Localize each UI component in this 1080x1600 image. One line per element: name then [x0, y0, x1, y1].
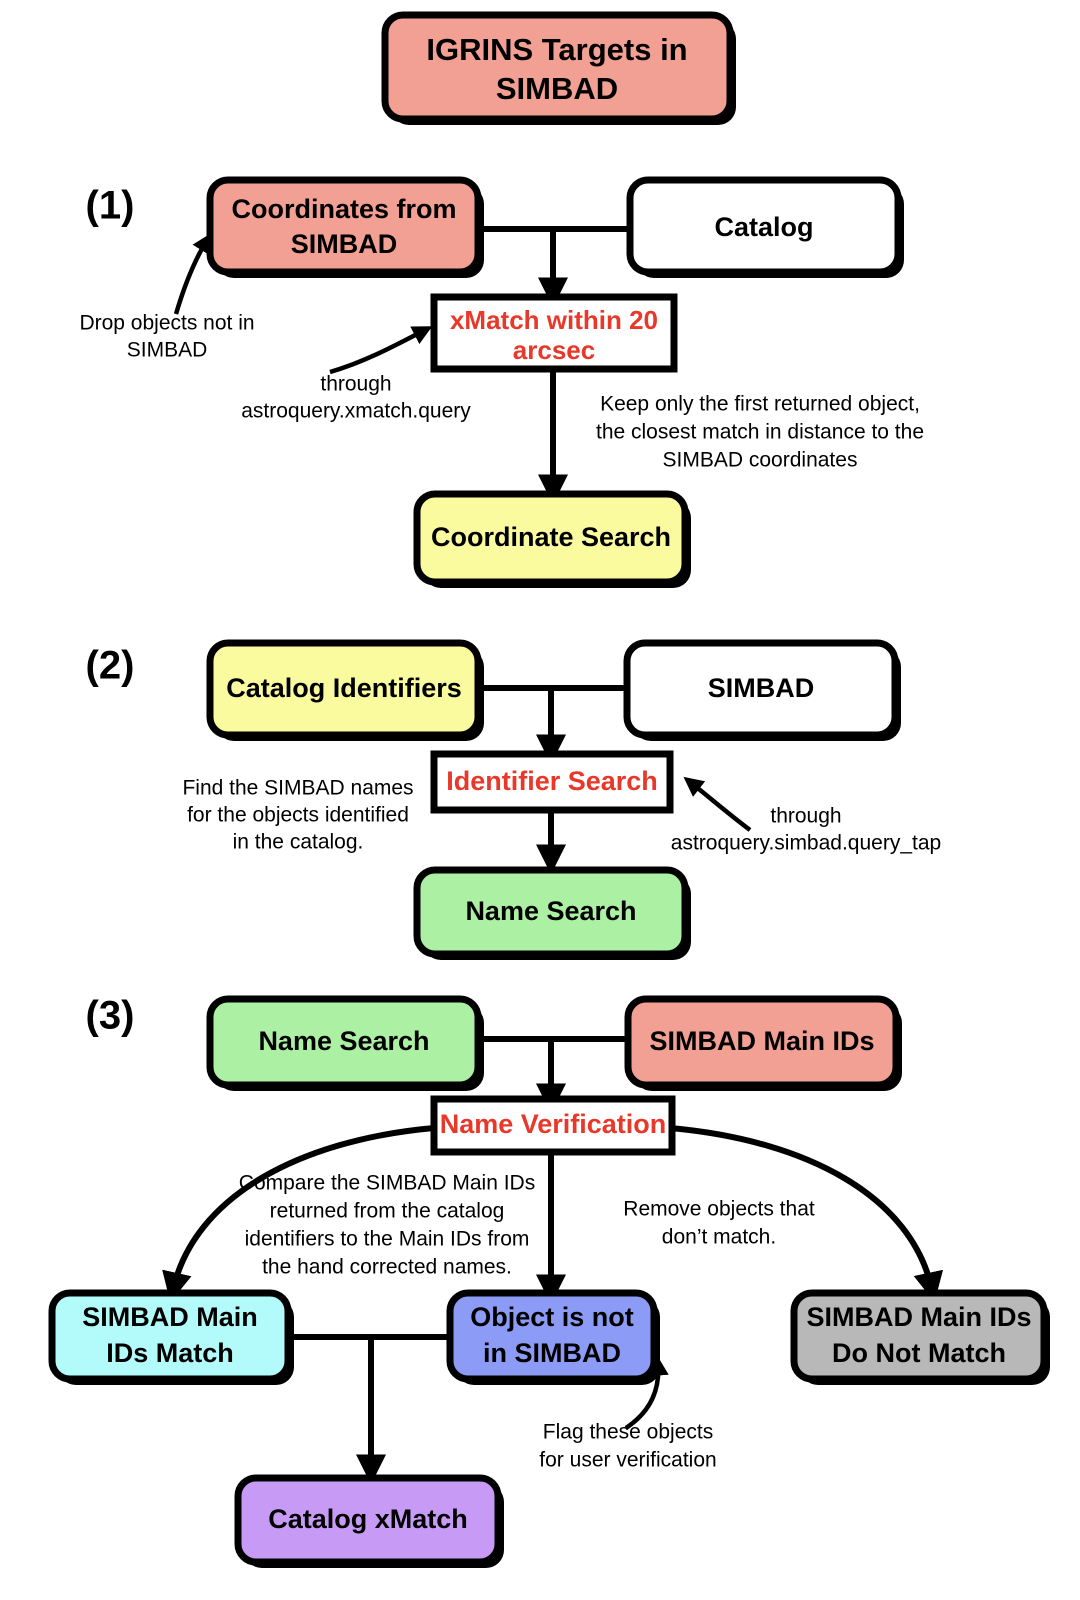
- object-not-in-simbad-box: Object is not in SIMBAD: [446, 1289, 660, 1385]
- coordinate-search-label: Coordinate Search: [431, 522, 671, 552]
- annotation-compare-main-ids: Compare the SIMBAD Main IDs returned fro…: [239, 1172, 535, 1279]
- name-search-box-2: Name Search: [413, 866, 691, 960]
- annot-find-line1: Find the SIMBAD names: [182, 777, 413, 800]
- annot-keep-line2: the closest match in distance to the: [596, 421, 924, 444]
- no-match-line2: Do Not Match: [832, 1338, 1006, 1368]
- annotation-drop-objects: Drop objects not in SIMBAD: [79, 312, 254, 362]
- annotation-remove-objects: Remove objects that don’t match.: [623, 1198, 815, 1249]
- step-1-number: (1): [86, 184, 135, 228]
- match-box-line1: SIMBAD Main: [82, 1302, 258, 1332]
- identifier-search-box: Identifier Search: [430, 750, 674, 814]
- step-3-number: (3): [86, 994, 135, 1038]
- simbad-main-ids-match-box: SIMBAD Main IDs Match: [48, 1289, 294, 1385]
- annotation-find-simbad-names: Find the SIMBAD names for the objects id…: [182, 777, 413, 854]
- annot-through-tap-line2: astroquery.simbad.query_tap: [671, 832, 941, 855]
- annot-keep-line1: Keep only the first returned object,: [600, 393, 920, 416]
- annot-flag-line1: Flag these objects: [543, 1421, 713, 1444]
- name-verification-label: Name Verification: [440, 1109, 667, 1139]
- coordinates-from-simbad-box: Coordinates from SIMBAD: [206, 176, 484, 278]
- annot-compare-line2: returned from the catalog: [270, 1200, 505, 1223]
- annot-compare-line3: identifiers to the Main IDs from: [245, 1228, 530, 1251]
- annotation-through-simbad-tap: through astroquery.simbad.query_tap: [671, 805, 941, 855]
- coordinates-box-line2: SIMBAD: [291, 229, 398, 259]
- step-2-number: (2): [86, 644, 135, 688]
- annot-flag-line2: for user verification: [539, 1449, 716, 1472]
- annot-compare-line4: the hand corrected names.: [262, 1256, 512, 1279]
- not-in-simbad-line1: Object is not: [470, 1302, 634, 1332]
- annot-through-xmatch-line1: through: [320, 373, 391, 396]
- catalog-box: Catalog: [626, 176, 904, 278]
- simbad-main-ids-box: SIMBAD Main IDs: [624, 995, 902, 1091]
- name-search-label-3: Name Search: [258, 1026, 429, 1056]
- catalog-box-label: Catalog: [714, 212, 813, 242]
- match-box-line2: IDs Match: [106, 1338, 234, 1368]
- coordinate-search-box: Coordinate Search: [413, 490, 691, 588]
- title-line2: SIMBAD: [496, 71, 618, 106]
- annot-find-line3: in the catalog.: [233, 831, 364, 854]
- xmatch-box: xMatch within 20 arcsec: [430, 293, 678, 373]
- coordinates-box-line1: Coordinates from: [231, 194, 456, 224]
- annot-find-line2: for the objects identified: [187, 804, 409, 827]
- simbad-box-label: SIMBAD: [708, 673, 815, 703]
- title-line1: IGRINS Targets in: [426, 32, 687, 67]
- catalog-xmatch-label: Catalog xMatch: [268, 1504, 468, 1534]
- no-match-line1: SIMBAD Main IDs: [806, 1302, 1031, 1332]
- catalog-identifiers-label: Catalog Identifiers: [226, 673, 462, 703]
- annot-through-xmatch-line2: astroquery.xmatch.query: [241, 400, 471, 423]
- simbad-main-ids-do-not-match-box: SIMBAD Main IDs Do Not Match: [790, 1289, 1050, 1385]
- annot-through-tap-line1: through: [770, 805, 841, 828]
- annot-drop-line2: SIMBAD: [127, 339, 208, 362]
- simbad-box: SIMBAD: [623, 639, 901, 741]
- identifier-search-label: Identifier Search: [446, 766, 658, 796]
- annot-keep-line3: SIMBAD coordinates: [663, 449, 858, 472]
- simbad-main-ids-label: SIMBAD Main IDs: [649, 1026, 874, 1056]
- annotation-flag-objects: Flag these objects for user verification: [539, 1421, 716, 1472]
- annot-remove-line2: don’t match.: [662, 1226, 776, 1249]
- title-box: IGRINS Targets in SIMBAD: [381, 11, 736, 125]
- not-in-simbad-line2: in SIMBAD: [483, 1338, 621, 1368]
- name-search-box-3: Name Search: [206, 995, 484, 1091]
- annotation-keep-first: Keep only the first returned object, the…: [596, 393, 924, 472]
- annot-compare-line1: Compare the SIMBAD Main IDs: [239, 1172, 535, 1195]
- flowchart-diagram: IGRINS Targets in SIMBAD (1) Coordinates…: [48, 11, 1050, 1568]
- catalog-xmatch-box: Catalog xMatch: [234, 1474, 504, 1568]
- xmatch-box-line2: arcsec: [513, 335, 595, 365]
- name-verification-box: Name Verification: [430, 1095, 676, 1156]
- catalog-identifiers-box: Catalog Identifiers: [206, 639, 484, 741]
- annot-remove-line1: Remove objects that: [623, 1198, 815, 1221]
- annot-drop-line1: Drop objects not in: [79, 312, 254, 335]
- annotation-through-xmatch: through astroquery.xmatch.query: [241, 373, 471, 423]
- name-search-label-2: Name Search: [465, 896, 636, 926]
- xmatch-box-line1: xMatch within 20: [450, 305, 658, 335]
